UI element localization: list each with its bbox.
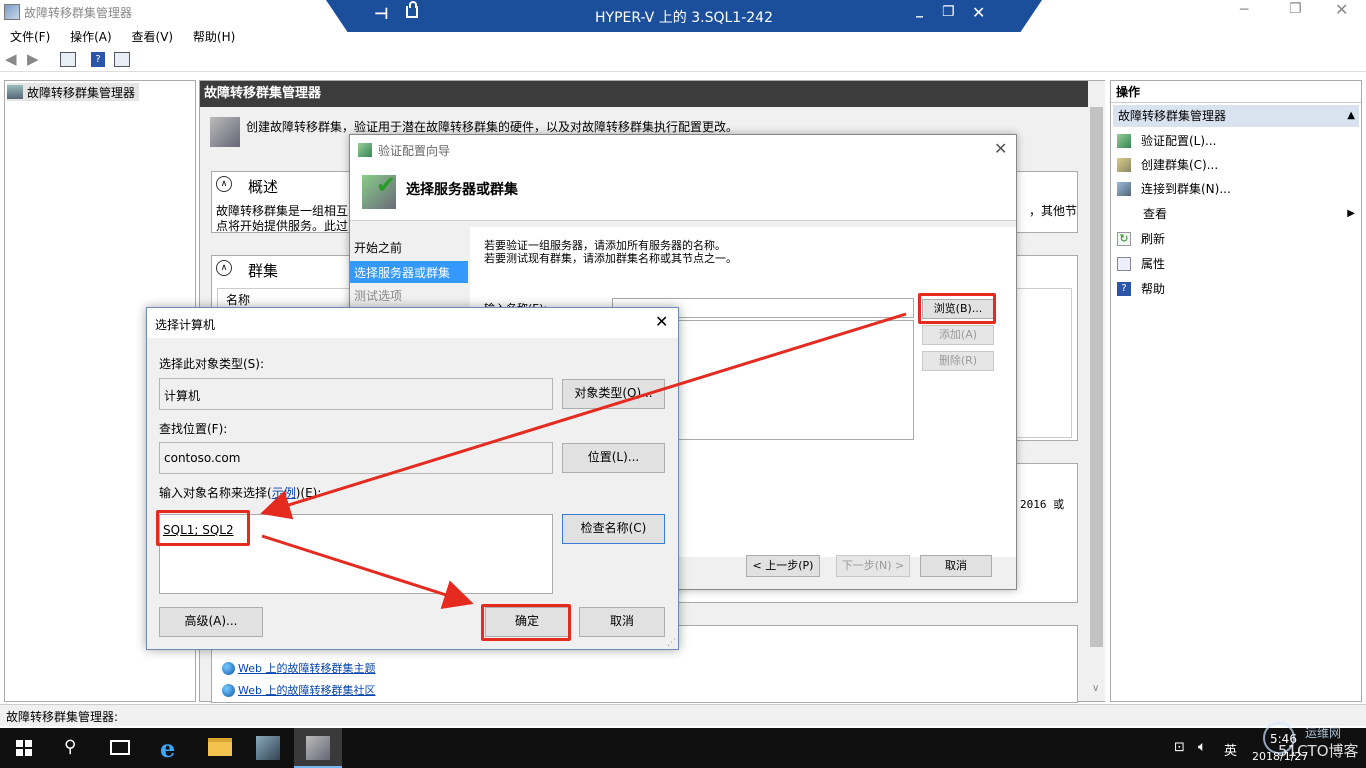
task-view-icon[interactable] [110, 740, 130, 755]
arrow-browse-to-input [260, 312, 907, 520]
ie-icon[interactable]: e [160, 734, 175, 763]
cluster-manager-icon [306, 736, 330, 760]
ime-indicator[interactable]: 英 [1224, 740, 1237, 759]
file-explorer-icon[interactable] [208, 738, 232, 756]
volume-icon[interactable]: 🔈︎ [1198, 739, 1206, 755]
watermark-text: 51CTO博客 [1278, 742, 1359, 760]
arrow-input-to-ok [261, 534, 474, 609]
annotation-arrows [260, 312, 907, 609]
server-manager-icon[interactable] [256, 736, 280, 760]
taskbar: ⚲ e ⊡ 🔈︎ 英 5:46 2018/1/27 运维网 51CTO博客 [0, 722, 1366, 768]
network-icon[interactable]: ⊡ [1174, 740, 1185, 755]
cluster-manager-task[interactable] [294, 728, 342, 768]
start-button[interactable] [16, 740, 32, 756]
search-icon[interactable]: ⚲ [64, 737, 76, 757]
watermark-text-top: 运维网 [1305, 726, 1342, 740]
